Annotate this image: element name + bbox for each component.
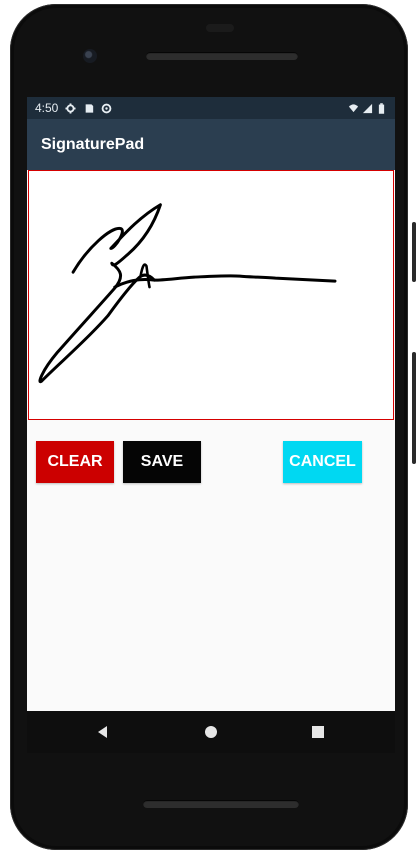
cancel-button[interactable]: CANCEL <box>283 441 362 483</box>
back-icon[interactable] <box>94 723 112 741</box>
navigation-bar <box>27 711 395 753</box>
volume-button <box>412 222 416 282</box>
app-title: SignaturePad <box>41 135 145 153</box>
screen: 4:50 SignaturePad CLEAR SAVE CANCEL <box>27 97 395 711</box>
battery-icon <box>376 102 387 114</box>
app-bar: SignaturePad <box>27 119 395 170</box>
settings-icon <box>65 102 76 114</box>
wifi-icon <box>348 103 359 114</box>
front-camera <box>83 49 97 63</box>
power-button <box>412 352 416 464</box>
earpiece-slot <box>206 24 234 32</box>
status-right <box>348 102 387 114</box>
sd-card-icon <box>83 103 94 114</box>
home-icon[interactable] <box>202 723 220 741</box>
sync-icon <box>101 103 112 114</box>
clear-button[interactable]: CLEAR <box>36 441 114 483</box>
status-bar: 4:50 <box>27 97 395 119</box>
status-left: 4:50 <box>35 101 112 115</box>
cellular-icon <box>362 103 373 114</box>
signature-pad[interactable] <box>28 170 394 420</box>
save-button[interactable]: SAVE <box>123 441 201 483</box>
top-speaker <box>146 52 298 60</box>
status-time: 4:50 <box>35 101 59 115</box>
bottom-speaker <box>143 800 299 808</box>
signature-stroke <box>38 203 337 384</box>
recents-icon[interactable] <box>309 723 327 741</box>
